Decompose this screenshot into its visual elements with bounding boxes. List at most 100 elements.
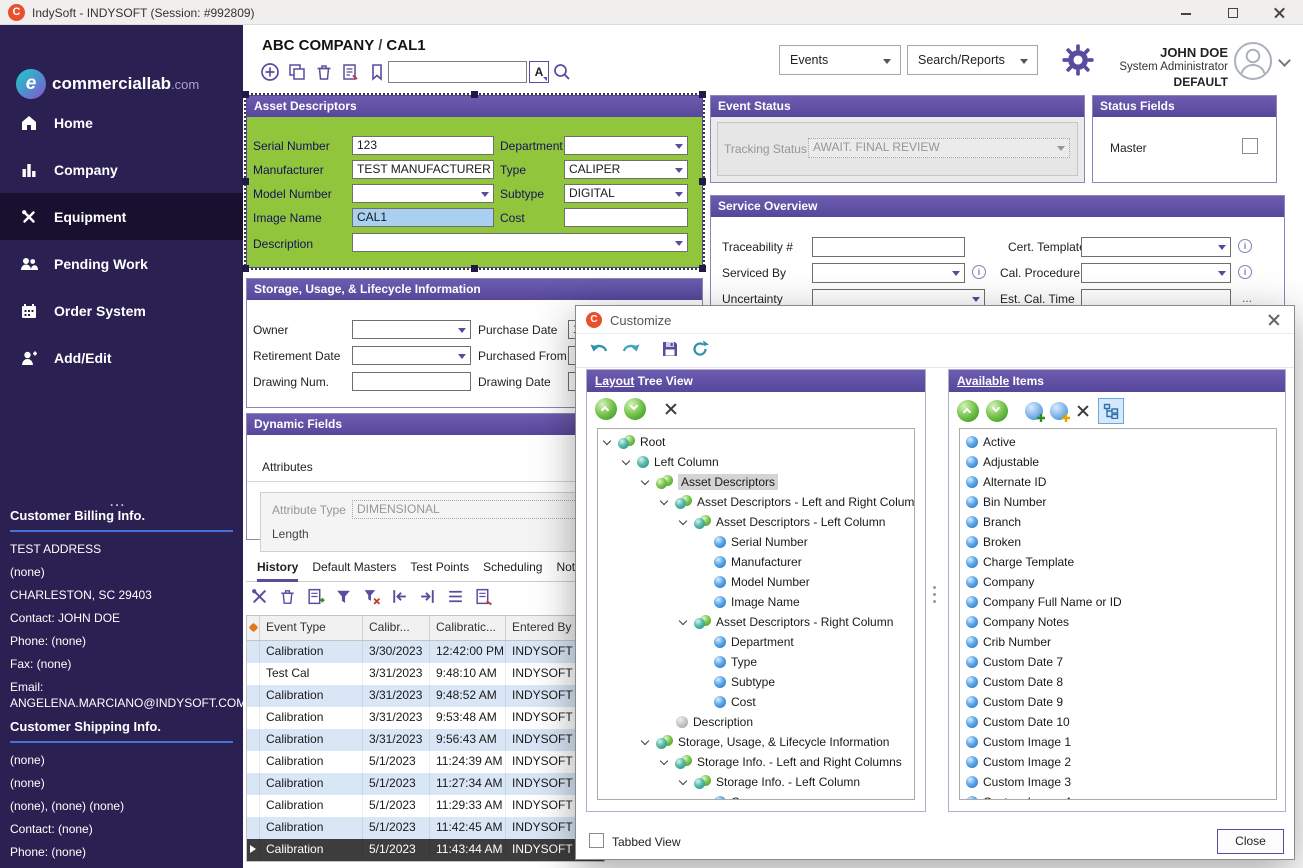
list-item[interactable]: Broken bbox=[960, 532, 1276, 552]
delete-event-button[interactable] bbox=[278, 587, 297, 609]
serviced-by-info-icon[interactable] bbox=[972, 265, 986, 279]
column-header[interactable]: Calibr... bbox=[363, 616, 430, 640]
dialog-titlebar[interactable]: C Customize bbox=[576, 306, 1294, 334]
caret-icon[interactable] bbox=[679, 776, 687, 784]
cost-input[interactable] bbox=[564, 208, 688, 227]
master-checkbox[interactable] bbox=[1242, 138, 1258, 154]
cal-procedure-info-icon[interactable] bbox=[1238, 265, 1252, 279]
new-note-button[interactable] bbox=[339, 61, 361, 83]
serviced-by-dropdown[interactable] bbox=[812, 263, 965, 283]
delete-node-button[interactable] bbox=[663, 401, 679, 417]
resize-handle[interactable] bbox=[242, 178, 249, 185]
clear-filter-button[interactable] bbox=[362, 587, 381, 609]
list-item[interactable]: Alternate ID bbox=[960, 472, 1276, 492]
panel-splitter[interactable] bbox=[933, 586, 937, 607]
tree-node[interactable]: Storage, Usage, & Lifecycle Information bbox=[598, 732, 914, 752]
collapse-all-button[interactable] bbox=[957, 400, 979, 422]
list-item[interactable]: Adjustable bbox=[960, 452, 1276, 472]
sidebar-item-home[interactable]: Home bbox=[0, 99, 243, 146]
tree-node[interactable]: Department bbox=[598, 632, 914, 652]
tree-node[interactable]: Type bbox=[598, 652, 914, 672]
list-item[interactable]: Charge Template bbox=[960, 552, 1276, 572]
resize-handle[interactable] bbox=[699, 178, 706, 185]
resize-handle[interactable] bbox=[471, 91, 478, 98]
list-item[interactable]: Custom Date 8 bbox=[960, 672, 1276, 692]
maximize-button[interactable] bbox=[1210, 0, 1256, 25]
add-custom-item-icon[interactable] bbox=[1050, 402, 1068, 420]
tab-scheduling[interactable]: Scheduling bbox=[483, 556, 542, 582]
search-button[interactable] bbox=[551, 61, 573, 83]
tab-history[interactable]: History bbox=[257, 556, 298, 582]
list-item[interactable]: Active bbox=[960, 432, 1276, 452]
tree-node[interactable]: Manufacturer bbox=[598, 552, 914, 572]
case-sensitive-button[interactable]: A bbox=[529, 61, 549, 83]
list-item[interactable]: Company bbox=[960, 572, 1276, 592]
resize-handle[interactable] bbox=[242, 91, 249, 98]
dialog-close-button[interactable] bbox=[1264, 311, 1284, 329]
minimize-button[interactable] bbox=[1163, 0, 1209, 25]
export-button[interactable] bbox=[418, 587, 437, 609]
table-row[interactable]: Test Cal 3/31/2023 9:48:10 AM INDYSOFT bbox=[247, 663, 604, 685]
caret-icon[interactable] bbox=[679, 616, 687, 624]
delete-button[interactable] bbox=[313, 61, 335, 83]
close-window-button[interactable] bbox=[1257, 0, 1303, 25]
revert-button[interactable] bbox=[690, 339, 710, 362]
tab-test-points[interactable]: Test Points bbox=[410, 556, 469, 582]
tree-node[interactable]: Asset Descriptors - Left Column bbox=[598, 512, 914, 532]
events-dropdown[interactable]: Events bbox=[779, 45, 901, 75]
table-row[interactable]: Calibration 3/31/2023 9:48:52 AM INDYSOF… bbox=[247, 685, 604, 707]
department-dropdown[interactable] bbox=[564, 136, 688, 155]
copy-button[interactable] bbox=[286, 61, 308, 83]
caret-icon[interactable] bbox=[679, 516, 687, 524]
add-event-button[interactable] bbox=[259, 61, 281, 83]
tree-node[interactable]: Left Column bbox=[598, 452, 914, 472]
tab-default-masters[interactable]: Default Masters bbox=[312, 556, 396, 582]
tree-node[interactable]: Owner bbox=[598, 792, 914, 800]
subtype-dropdown[interactable]: DIGITAL bbox=[564, 184, 688, 203]
caret-icon[interactable] bbox=[641, 736, 649, 744]
list-item[interactable]: Bin Number bbox=[960, 492, 1276, 512]
list-item[interactable]: Custom Image 2 bbox=[960, 752, 1276, 772]
tree-node[interactable]: Storage Info. - Left Column bbox=[598, 772, 914, 792]
settings-button[interactable] bbox=[1061, 43, 1095, 80]
tabbed-view-checkbox[interactable] bbox=[589, 833, 604, 848]
caret-icon[interactable] bbox=[660, 496, 668, 504]
tree-node[interactable]: Asset Descriptors - Left and Right Colum… bbox=[598, 492, 914, 512]
image-name-input[interactable]: CAL1 bbox=[352, 208, 494, 227]
add-item-icon[interactable] bbox=[1025, 402, 1043, 420]
search-input[interactable] bbox=[388, 61, 527, 83]
table-row[interactable]: Calibration 3/31/2023 9:53:48 AM INDYSOF… bbox=[247, 707, 604, 729]
sidebar-item-pending-work[interactable]: Pending Work bbox=[0, 240, 243, 287]
toggle-tree-view-button[interactable] bbox=[1098, 398, 1124, 424]
sidebar-item-order-system[interactable]: Order System bbox=[0, 287, 243, 334]
expand-all-button[interactable] bbox=[986, 400, 1008, 422]
search-reports-dropdown[interactable]: Search/Reports bbox=[907, 45, 1038, 75]
list-item[interactable]: Company Full Name or ID bbox=[960, 592, 1276, 612]
serial-number-input[interactable]: 123 bbox=[352, 136, 494, 155]
list-item[interactable]: Custom Date 7 bbox=[960, 652, 1276, 672]
drawing-num-input[interactable] bbox=[352, 372, 471, 391]
import-button[interactable] bbox=[390, 587, 409, 609]
table-row[interactable]: Calibration 5/1/2023 11:27:34 AM INDYSOF… bbox=[247, 773, 604, 795]
table-row[interactable]: Calibration 5/1/2023 11:42:45 AM INDYSOF… bbox=[247, 817, 604, 839]
tree-node[interactable]: Cost bbox=[598, 692, 914, 712]
save-button[interactable] bbox=[660, 339, 680, 362]
tree-node[interactable]: Model Number bbox=[598, 572, 914, 592]
cal-procedure-dropdown[interactable] bbox=[1081, 263, 1231, 283]
column-header[interactable]: Event Type bbox=[260, 616, 363, 640]
filter-button[interactable] bbox=[334, 587, 353, 609]
tree-node-selected[interactable]: Asset Descriptors bbox=[598, 472, 914, 492]
cert-template-info-icon[interactable] bbox=[1238, 239, 1252, 253]
sidebar-item-equipment[interactable]: Equipment bbox=[0, 193, 243, 240]
table-row[interactable]: Calibration 3/30/2023 12:42:00 PM INDYSO… bbox=[247, 641, 604, 663]
table-row-selected[interactable]: Calibration 5/1/2023 11:43:44 AM INDYSOF… bbox=[247, 839, 604, 861]
list-item[interactable]: Custom Date 10 bbox=[960, 712, 1276, 732]
retirement-date-dropdown[interactable] bbox=[352, 346, 471, 365]
chevron-down-icon[interactable] bbox=[1278, 54, 1291, 67]
cert-template-dropdown[interactable] bbox=[1081, 237, 1231, 257]
layout-tree[interactable]: Root Left Column Asset Descriptors Asset… bbox=[597, 428, 915, 800]
model-number-dropdown[interactable] bbox=[352, 184, 494, 203]
collapse-all-button[interactable] bbox=[595, 398, 617, 420]
sidebar-more[interactable]: ... bbox=[110, 495, 126, 509]
redo-button[interactable] bbox=[620, 339, 642, 362]
